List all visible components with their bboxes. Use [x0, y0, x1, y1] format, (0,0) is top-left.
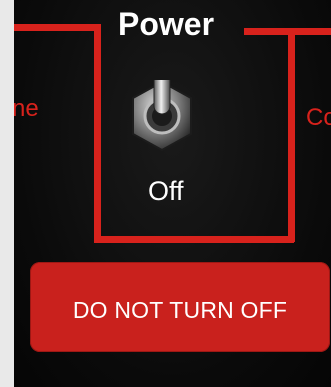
red-outline-top-left: [14, 24, 100, 31]
right-partial-label: Co: [306, 104, 331, 131]
red-outline-top-right: [244, 28, 331, 35]
warning-label: DO NOT TURN OFF: [30, 262, 330, 352]
warning-text: DO NOT TURN OFF: [72, 296, 288, 323]
power-label: Power: [118, 6, 215, 42]
toggle-switch-icon[interactable]: [127, 49, 197, 152]
control-panel: Power ne Co Off DO NOT TURN OFF: [14, 0, 331, 387]
left-partial-label: ne: [14, 95, 39, 122]
red-outline-right-vertical: [288, 30, 295, 242]
red-outline-bottom: [94, 236, 294, 243]
off-label: Off: [148, 176, 184, 206]
red-outline-left-vertical: [94, 24, 101, 242]
